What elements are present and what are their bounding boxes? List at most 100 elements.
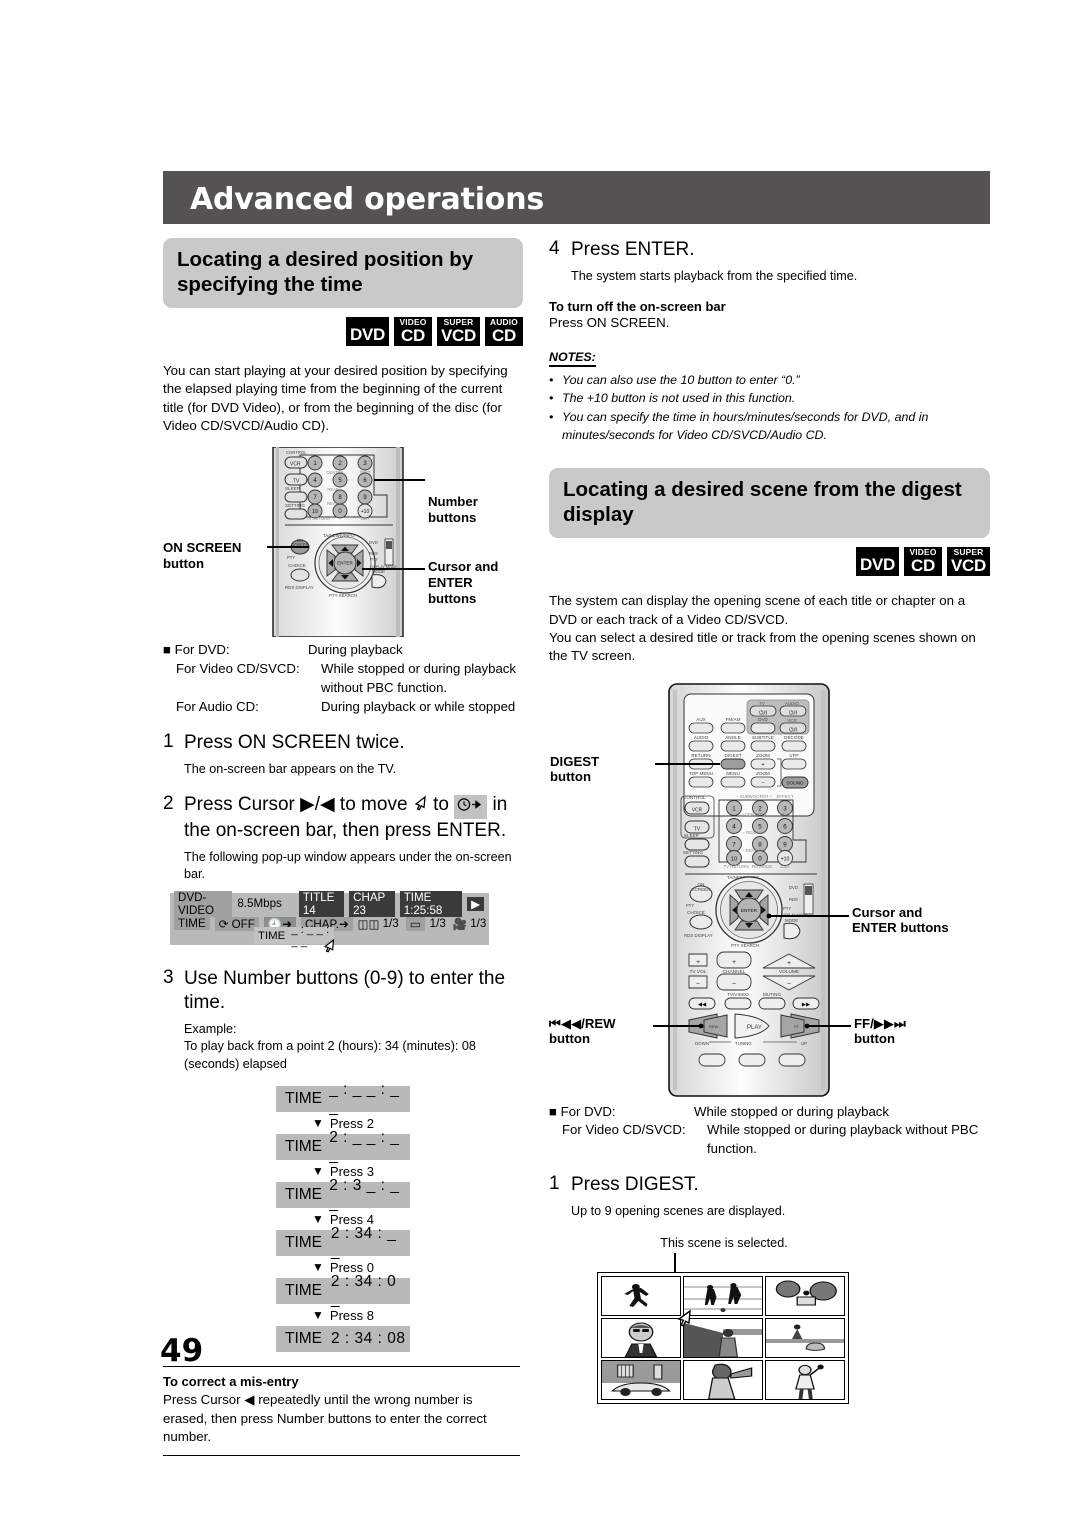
svg-text:TUNING: TUNING [735,1041,752,1046]
disc-badges-time: DVD VIDEO CD SUPER VCD AUDIO CD [163,317,523,346]
svg-text:TV RETURN: TV RETURN [723,864,748,869]
digest-scene-7[interactable] [601,1359,681,1400]
digest-scene-8[interactable] [683,1359,763,1400]
conditions-list-time: ■ For DVD: During playback For Video CD/… [163,641,523,717]
svg-text:TV VOL: TV VOL [689,969,706,975]
digest-scene-3[interactable] [765,1275,845,1316]
condition-value: During playback [308,642,403,658]
svg-text:RDS: RDS [789,897,798,902]
down-triangle-icon: ▼ [312,1116,324,1131]
svg-text:TV: TV [759,701,765,706]
svg-text:−: − [787,981,791,988]
page-number: 49 [160,1333,204,1369]
svg-text:PTY: PTY [370,557,378,562]
callout-cursor-enter-buttons: Cursor and ENTER buttons [428,559,499,607]
down-triangle-icon: ▼ [312,1260,324,1275]
callout-rew-button: ⏮◀◀/REW button [549,1015,616,1047]
svg-text:100+: 100+ [360,516,370,521]
step-2-body: The following pop-up window appears unde… [184,849,512,882]
svg-text:FF: FF [794,1024,799,1029]
badge-video-cd: VIDEO CD [392,317,432,346]
condition-value: During playback or while stopped [321,699,516,714]
notes-heading: NOTES: [549,350,596,367]
svg-text:ENTER: ENTER [337,561,353,566]
osd-disc-type: DVD-VIDEO [174,890,233,917]
notes-block: NOTES: • You can also use the 10 button t… [549,348,990,444]
svg-text:FM MODE: FM MODE [752,864,773,869]
svg-text:10: 10 [731,856,737,862]
note-item: • You can also use the 10 button to enter… [549,372,990,390]
svg-text:−: − [732,981,736,988]
svg-text:+10: +10 [781,856,790,862]
svg-text:+: + [761,762,764,768]
svg-text:DIGEST: DIGEST [724,753,741,758]
digest-step-1: 1 Press DIGEST. [549,1173,990,1197]
step-3: 3 Use Number buttons (0-9) to enter the … [163,967,523,1015]
digest-scene-1[interactable] [601,1275,681,1316]
digest-scene-5[interactable] [683,1317,763,1358]
svg-text:DECODE: DECODE [784,735,804,740]
step-heading: Press DIGEST. [571,1174,699,1196]
repeat-icon: ⟳ [218,917,229,931]
digest-scene-9[interactable] [765,1359,845,1400]
svg-text:TV/VIDEO: TV/VIDEO [727,992,749,997]
svg-text:− REAR-L +: − REAR-L + [742,830,766,835]
digest-display-figure: This scene is selected. [549,1235,990,1404]
osd-audio-value: 1/3 [382,917,399,930]
digest-step-1-body: Up to 9 opening scenes are displayed. [571,1203,786,1218]
digest-scene-6[interactable] [765,1317,845,1358]
svg-text:CENTER: CENTER [326,470,343,475]
condition-value: While stopped or during playback [694,1103,889,1119]
left-column: Locating a desired position by specifyin… [163,238,523,1457]
callout-ff-button: FF/▶▶⏭ button [854,1015,906,1047]
svg-text:VFP: VFP [790,753,799,758]
svg-text:CHOICE: CHOICE [288,563,306,568]
remote-figure-large: TV AUDIO VCR ⏻/I ⏻/I ⏻/I AUX FM/AM DVD AUDIO AN… [549,676,990,1101]
svg-text:+10: +10 [361,510,370,516]
step-1-body: The on-screen bar appears on the TV. [184,761,397,776]
svg-text:7: 7 [732,841,736,848]
mis-entry-title: To correct a mis-entry [163,1374,299,1390]
svg-text:UP: UP [801,1041,807,1046]
cursor-arrows-glyph: ▶/◀ [300,794,335,816]
step-2: 2 Press Cursor ▶/◀ to move to in the on-… [163,793,523,843]
digest-scene-2[interactable] [683,1275,763,1316]
step-heading: Press ON SCREEN twice. [184,731,405,753]
svg-text:ANGLE: ANGLE [725,735,741,740]
badge-video-cd: VIDEO CD [902,547,942,577]
pointer-cursor-icon [322,938,336,958]
svg-text:PTY: PTY [287,555,295,560]
digest-scene-4[interactable] [601,1317,681,1358]
step-3-example: Example: To play back from a point 2 (ho… [184,1021,523,1074]
svg-text:SOUND: SOUND [786,780,804,786]
step-number: 3 [163,967,174,988]
svg-text:RDS DISPLAY: RDS DISPLAY [684,933,713,938]
svg-text:VCR: VCR [692,807,703,813]
callout-cursor-enter-buttons: Cursor and ENTER buttons [852,904,949,936]
time-search-icon [454,795,488,819]
step-4: 4 Press ENTER. [549,238,990,262]
press-step: ▼ Press 8 [312,1307,374,1323]
svg-text:− CENTER +: − CENTER + [741,812,767,817]
angle-icon: 🎥 [452,917,468,931]
remote-figure-small: CONTROL VCR TV SLEEP SETTING 123 456 789… [163,432,523,639]
svg-text:MENU: MENU [726,771,740,776]
digest-thumbnail-grid [597,1271,849,1404]
svg-text:10: 10 [312,510,318,516]
condition-row: For Video CD/SVCD: While stopped or duri… [163,660,523,698]
svg-text:AUDIO: AUDIO [694,735,709,740]
step-4-body: The system starts playback from the spec… [571,268,858,283]
example-text: To play back from a point 2 (hours): 34 … [184,1039,476,1071]
svg-text:TEST: TEST [360,470,371,475]
svg-text:+: + [696,959,700,966]
right-column: 4 Press ENTER. The system starts playbac… [549,238,990,1404]
step-heading: Press Cursor ▶/◀ to move to in the on-sc… [184,794,508,841]
svg-text:ZOOM: ZOOM [756,771,770,776]
time-entry-sequence: TIME _ : _ _ : _ _ ▼ Press 2 TIME 2 : _ _… [163,1081,523,1353]
svg-text:100+: 100+ [780,864,790,869]
svg-text:DVD: DVD [369,540,378,545]
mis-entry-text: Press Cursor ◀ repeatedly until the wron… [163,1392,487,1445]
cursor-left-icon: ◀ [244,1392,255,1408]
svg-text:▶▶: ▶▶ [802,1002,811,1008]
time-box: TIME 2 : _ _ : _ _ [276,1129,410,1164]
